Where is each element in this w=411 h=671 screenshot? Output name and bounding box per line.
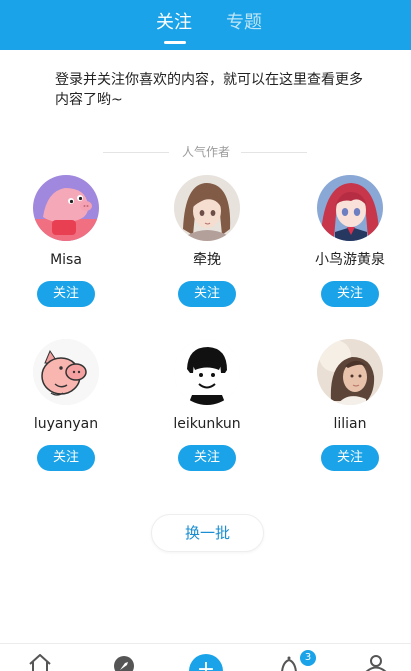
author-card-misa: Misa 关注: [6, 175, 126, 307]
peppa-pig-avatar-icon: [33, 175, 99, 241]
home-icon[interactable]: [28, 654, 52, 671]
author-card-xiaoniaoyou: 小鸟游黄泉 关注: [290, 175, 410, 307]
follow-screen: 关注 专题 登录并关注你喜欢的内容，就可以在这里查看更多内容了哟~ 人气作者 M…: [0, 0, 411, 671]
red-haired-anime-avatar-icon: [317, 175, 383, 241]
discover-icon[interactable]: [112, 654, 136, 671]
follow-button[interactable]: 关注: [37, 281, 95, 307]
avatar-leikunkun[interactable]: [174, 339, 240, 405]
top-nav-bar: 关注 专题: [0, 0, 411, 50]
author-name: 小鸟游黄泉: [315, 252, 385, 268]
author-name: luyanyan: [33, 416, 99, 432]
bell-icon[interactable]: [278, 654, 300, 671]
follow-button[interactable]: 关注: [178, 445, 236, 471]
follow-button[interactable]: 关注: [321, 445, 379, 471]
author-name: 牵挽: [193, 252, 221, 268]
section-divider-right: [241, 152, 307, 153]
author-card-leikunkun: leikunkun 关注: [147, 339, 267, 471]
avatar-qianwan[interactable]: [174, 175, 240, 241]
refresh-authors-button[interactable]: 换一批: [151, 514, 264, 552]
photo-woman-avatar-icon: [317, 339, 383, 405]
sketch-boy-avatar-icon: [174, 339, 240, 405]
avatar-xiaoniaoyou[interactable]: [317, 175, 383, 241]
author-card-luyanyan: luyanyan 关注: [6, 339, 126, 471]
login-prompt-text: 登录并关注你喜欢的内容，就可以在这里查看更多内容了哟~: [55, 72, 363, 108]
popular-authors-title: 人气作者: [181, 145, 230, 159]
anime-girl-avatar-icon: [174, 175, 240, 241]
avatar-lilian[interactable]: [317, 339, 383, 405]
author-name: leikunkun: [173, 416, 241, 432]
follow-button[interactable]: 关注: [37, 445, 95, 471]
author-name: Misa: [50, 252, 82, 268]
section-divider-left: [103, 152, 169, 153]
follow-button[interactable]: 关注: [178, 281, 236, 307]
user-icon[interactable]: [364, 654, 388, 671]
active-tab-indicator: [164, 41, 186, 44]
avatar-luyanyan[interactable]: [33, 339, 99, 405]
tab-topics[interactable]: 专题: [218, 10, 270, 36]
tab-follow[interactable]: 关注: [148, 10, 200, 36]
follow-button[interactable]: 关注: [321, 281, 379, 307]
author-name: lilian: [333, 416, 367, 432]
author-card-lilian: lilian 关注: [290, 339, 410, 471]
pig-cartoon-avatar-icon: [33, 339, 99, 405]
author-card-qianwan: 牵挽 关注: [147, 175, 267, 307]
avatar-misa[interactable]: [33, 175, 99, 241]
notification-badge: 3: [300, 650, 316, 666]
